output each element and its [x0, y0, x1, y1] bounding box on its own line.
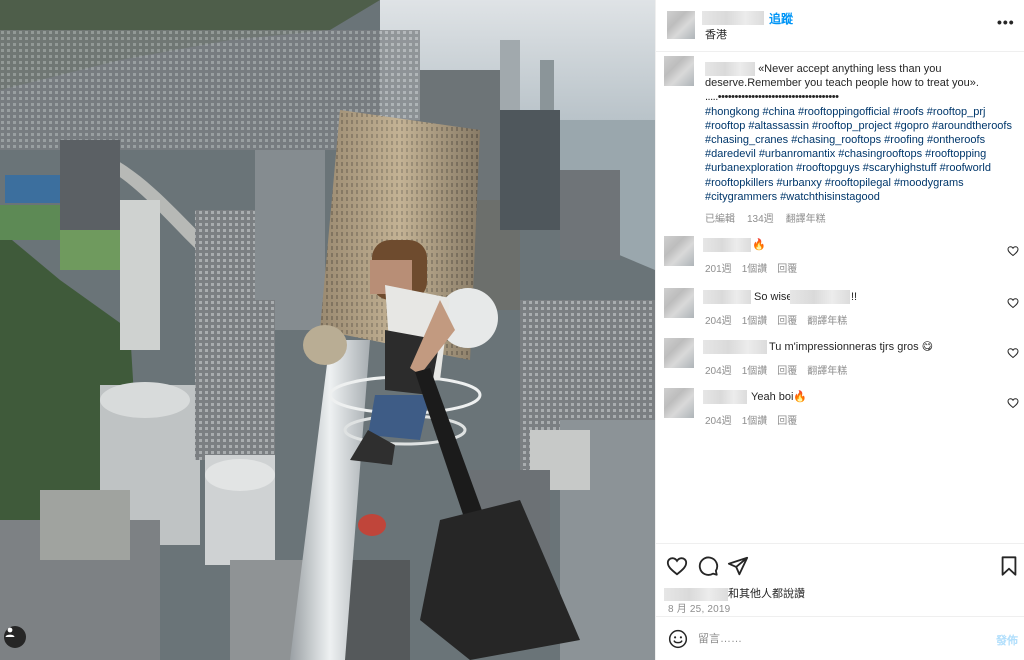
commenter-username-blurred[interactable]: [703, 238, 751, 252]
comment-meta: 204週 1個讚 回覆: [705, 412, 807, 427]
caption-age: 134週: [747, 214, 774, 225]
author-username-blurred[interactable]: [702, 11, 764, 25]
comment-text: 🔥: [752, 239, 766, 251]
post-location[interactable]: 香港: [705, 26, 727, 42]
liker-username-blurred[interactable]: [664, 587, 728, 601]
commenter-username-blurred[interactable]: [703, 340, 767, 354]
emoji-icon[interactable]: [668, 629, 688, 649]
comment-item: So wise !! 204週 1個讚 回覆 翻譯年糕: [656, 288, 1024, 334]
comment-input[interactable]: [698, 629, 958, 649]
comment-like-heart-icon[interactable]: [1007, 397, 1019, 409]
post-date[interactable]: 8 月 25, 2019: [668, 600, 730, 615]
comment-text: So wise: [754, 291, 793, 303]
more-options-icon[interactable]: •••: [997, 14, 1015, 30]
comment-icon[interactable]: [697, 555, 719, 577]
caption-author-username-blurred[interactable]: [705, 62, 755, 76]
comment-age: 204週: [705, 416, 732, 427]
post-sidebar: 追蹤 香港 ••• «Never accept anything less th…: [655, 0, 1024, 660]
caption-edited: 已編輯: [705, 214, 735, 225]
comment-meta: 204週 1個讚 回覆 翻譯年糕: [705, 362, 857, 377]
rooftop-city-photo: [0, 0, 655, 660]
post-header: 追蹤 香港 •••: [656, 0, 1024, 52]
user-tag-icon: [5, 627, 15, 637]
comment-like-heart-icon[interactable]: [1007, 245, 1019, 257]
caption-translate-button[interactable]: 翻譯年糕: [786, 214, 826, 225]
follow-button[interactable]: 追蹤: [769, 10, 793, 27]
bookmark-icon[interactable]: [998, 555, 1020, 577]
post-photo[interactable]: [0, 0, 655, 660]
commenter-avatar[interactable]: [664, 388, 694, 418]
comment-meta: 201週 1個讚 回覆: [705, 260, 807, 275]
comment-reply-button[interactable]: 回覆: [777, 366, 797, 377]
comment-text: Yeah boi🔥: [751, 391, 808, 403]
comment-like-heart-icon[interactable]: [1007, 297, 1019, 309]
heart-icon[interactable]: [666, 555, 688, 577]
comment-meta: 204週 1個讚 回覆 翻譯年糕: [705, 312, 857, 327]
likes-summary[interactable]: 和其他人都說讚: [664, 585, 805, 601]
comment-item: Yeah boi🔥 204週 1個讚 回覆: [656, 388, 1024, 434]
commenter-avatar[interactable]: [664, 236, 694, 266]
comment-translate-button[interactable]: 翻譯年糕: [807, 366, 847, 377]
caption-hashtags[interactable]: #hongkong #china #rooftoppingofficial #r…: [705, 106, 1012, 203]
caption-dots: .....•••••••••••••••••••••••••••••••••••…: [705, 91, 839, 104]
comment-item: 🔥 201週 1個讚 回覆: [656, 236, 1024, 282]
comment-translate-button[interactable]: 翻譯年糕: [807, 316, 847, 327]
comment-age: 201週: [705, 264, 732, 275]
comment-like-heart-icon[interactable]: [1007, 347, 1019, 359]
comment-likes[interactable]: 1個讚: [742, 416, 768, 427]
comment-reply-button[interactable]: 回覆: [777, 316, 797, 327]
comment-item: Tu m'impressionneras tjrs gros 😋 204週 1個讚…: [656, 338, 1024, 384]
comment-text-suffix: !!: [851, 291, 858, 303]
author-avatar[interactable]: [667, 11, 695, 39]
caption-author-avatar[interactable]: [664, 56, 694, 86]
post-caption: «Never accept anything less than you des…: [705, 62, 1017, 204]
comment-age: 204週: [705, 366, 732, 377]
comment-likes[interactable]: 1個讚: [742, 366, 768, 377]
commenter-avatar[interactable]: [664, 288, 694, 318]
comment-age: 204週: [705, 316, 732, 327]
likes-text: 和其他人都說讚: [728, 588, 805, 600]
comment-likes[interactable]: 1個讚: [742, 316, 768, 327]
comment-likes[interactable]: 1個讚: [742, 264, 768, 275]
caption-meta: 已編輯 134週 翻譯年糕: [705, 210, 838, 225]
comment-mention-blurred[interactable]: [790, 290, 850, 304]
commenter-avatar[interactable]: [664, 338, 694, 368]
post-comment-button[interactable]: 發佈: [996, 632, 1018, 648]
share-icon[interactable]: [727, 555, 749, 577]
comment-reply-button[interactable]: 回覆: [777, 264, 797, 275]
comment-reply-button[interactable]: 回覆: [777, 416, 797, 427]
add-comment-bar: 發佈: [656, 616, 1024, 660]
commenter-username-blurred[interactable]: [703, 290, 751, 304]
comment-text: Tu m'impressionneras tjrs gros 😋: [769, 341, 934, 353]
commenter-username-blurred[interactable]: [703, 390, 747, 404]
tagged-users-button[interactable]: [4, 626, 26, 648]
